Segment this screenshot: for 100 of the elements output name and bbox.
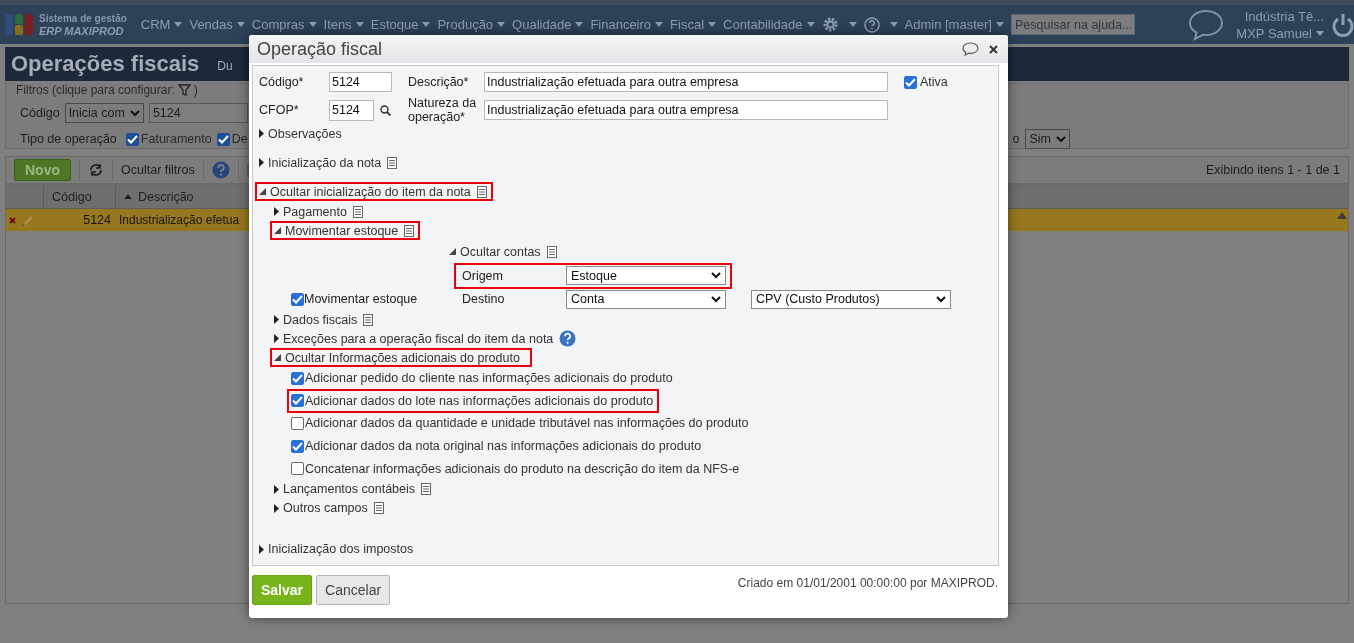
document-icon[interactable] [363, 313, 374, 326]
checkbox[interactable] [291, 439, 304, 453]
power-icon[interactable] [1332, 12, 1354, 37]
checkbox[interactable] [291, 292, 304, 306]
triangle-right-icon[interactable] [274, 503, 279, 513]
origin-select[interactable]: Estoque [566, 266, 726, 285]
document-icon[interactable] [546, 245, 557, 258]
hide-filters-button[interactable]: Ocultar filtros [121, 163, 195, 177]
triangle-right-icon[interactable] [274, 484, 279, 494]
filter-label: o [1012, 132, 1020, 146]
user-menu[interactable]: Admin [master] [904, 17, 992, 32]
section-toggle[interactable]: Outros campos [274, 501, 368, 516]
user-name[interactable]: MXP Samuel [1236, 24, 1312, 42]
chat-icon[interactable] [962, 42, 979, 56]
filter-input[interactable]: 5124 [148, 103, 248, 123]
help-icon[interactable] [863, 16, 880, 33]
section-toggle[interactable]: Pagamento [274, 204, 347, 219]
triangle-corner-icon[interactable] [274, 354, 281, 361]
triangle-right-icon[interactable] [274, 334, 279, 343]
destination-select[interactable]: Conta [566, 289, 726, 309]
table-cell-text: 5124 [82, 213, 112, 227]
cfop-field[interactable]: 5124 [329, 99, 374, 121]
section-toggle[interactable]: Lançamentos contábeis [274, 482, 416, 497]
section-toggle[interactable]: Ocultar contas [449, 244, 541, 259]
triangle-right-icon[interactable] [259, 544, 264, 554]
document-icon[interactable] [404, 224, 415, 237]
settings-icon[interactable] [821, 16, 839, 33]
checkbox[interactable] [291, 371, 304, 385]
chevron-icon [936, 295, 946, 303]
triangle-right-icon[interactable] [274, 315, 279, 324]
triangle-right-icon[interactable] [259, 158, 264, 167]
section-toggle[interactable]: Dados fiscais [274, 312, 358, 327]
caret-icon [174, 22, 183, 27]
logo-icon [5, 12, 34, 37]
nav-menu[interactable]: Vendas [189, 17, 233, 32]
field-label: Código* [259, 75, 305, 89]
triangle-corner-icon[interactable] [449, 248, 456, 255]
created-info: Criado em 01/01/2001 00:00:00 por MAXIPROD. [737, 576, 998, 590]
checkbox[interactable] [291, 417, 304, 430]
caret-icon [655, 22, 664, 27]
triangle-corner-icon[interactable] [259, 188, 266, 195]
filter-label: Tipo de operação [20, 132, 117, 146]
document-icon[interactable] [352, 205, 363, 218]
caret-icon [889, 22, 898, 27]
checkbox[interactable] [216, 132, 230, 146]
section-toggle[interactable]: Ocultar Informações adicionais do produto [274, 350, 520, 365]
nav-menu[interactable]: Qualidade [512, 17, 572, 32]
nav-menu[interactable]: Fiscal [670, 17, 705, 32]
help-icon[interactable] [211, 161, 230, 179]
filter-icon[interactable] [177, 84, 191, 96]
close-icon[interactable] [989, 44, 998, 54]
filter-select[interactable]: Sim [1025, 129, 1070, 149]
section-toggle[interactable]: Observações [259, 126, 342, 141]
triangle-right-icon[interactable] [274, 207, 279, 216]
checkbox-label: Faturamento [140, 132, 212, 146]
delete-icon[interactable] [9, 216, 16, 224]
document-icon[interactable] [387, 156, 398, 169]
section-toggle[interactable]: Ocultar inicialização do item da nota [259, 184, 471, 199]
filter-select[interactable]: Inicia com [64, 103, 144, 123]
document-icon[interactable] [476, 185, 487, 198]
refresh-icon[interactable] [88, 163, 104, 177]
search-icon[interactable] [380, 104, 391, 116]
scroll-up-icon[interactable] [1337, 212, 1347, 219]
document-icon[interactable] [373, 502, 384, 515]
chat-icon[interactable] [1188, 8, 1225, 41]
triangle-right-icon[interactable] [259, 129, 264, 138]
nature-field[interactable]: Industrialização efetuada para outra empresa [484, 100, 888, 120]
filter-label: Código [20, 106, 60, 120]
company-name: Indústria Tê... [1244, 7, 1324, 25]
page-tab[interactable]: Du [217, 59, 233, 73]
code-field[interactable]: 5124 [329, 72, 392, 92]
checkbox[interactable] [125, 132, 139, 146]
checkbox[interactable] [291, 394, 304, 408]
checkbox-label: Movimentar estoque [304, 292, 419, 306]
filters-legend[interactable]: Filtros (clique para configurar: [16, 83, 175, 97]
checkbox[interactable] [291, 462, 304, 476]
section-toggle[interactable]: Inicialização dos impostos [259, 542, 414, 557]
caret-icon [308, 22, 317, 27]
nav-menu[interactable]: Contabilidade [723, 17, 803, 32]
cancel-button[interactable]: Cancelar [316, 575, 391, 605]
account-select[interactable]: CPV (Custo Produtos) [751, 289, 951, 309]
triangle-corner-icon[interactable] [274, 227, 281, 234]
section-toggle[interactable]: Movimentar estoque [274, 223, 399, 238]
nav-menu[interactable]: CRM [140, 17, 171, 32]
checkbox-label: Adicionar dados do lote nas informações adicionais do produto [305, 393, 654, 408]
field-label: Descrição* [408, 75, 470, 89]
search-field[interactable]: Pesquisar na ajuda... [1010, 14, 1135, 35]
nav-menu[interactable]: Produção [437, 17, 494, 32]
nav-menu[interactable]: Compras [251, 17, 305, 32]
nav-menu[interactable]: Estoque [370, 17, 419, 32]
caret-icon [575, 22, 584, 27]
nav-menu[interactable]: Financeiro [590, 17, 652, 32]
nav-menu[interactable]: Itens [323, 17, 352, 32]
checkbox[interactable] [904, 75, 917, 89]
section-toggle[interactable]: Exceções para a operação fiscal do item da nota [274, 331, 554, 346]
section-toggle[interactable]: Inicialização da nota [259, 155, 382, 170]
caret-icon [806, 22, 815, 27]
help-icon[interactable] [559, 330, 577, 347]
document-icon[interactable] [421, 483, 432, 496]
description-field[interactable]: Industrialização efetuada para outra empresa [484, 72, 888, 92]
